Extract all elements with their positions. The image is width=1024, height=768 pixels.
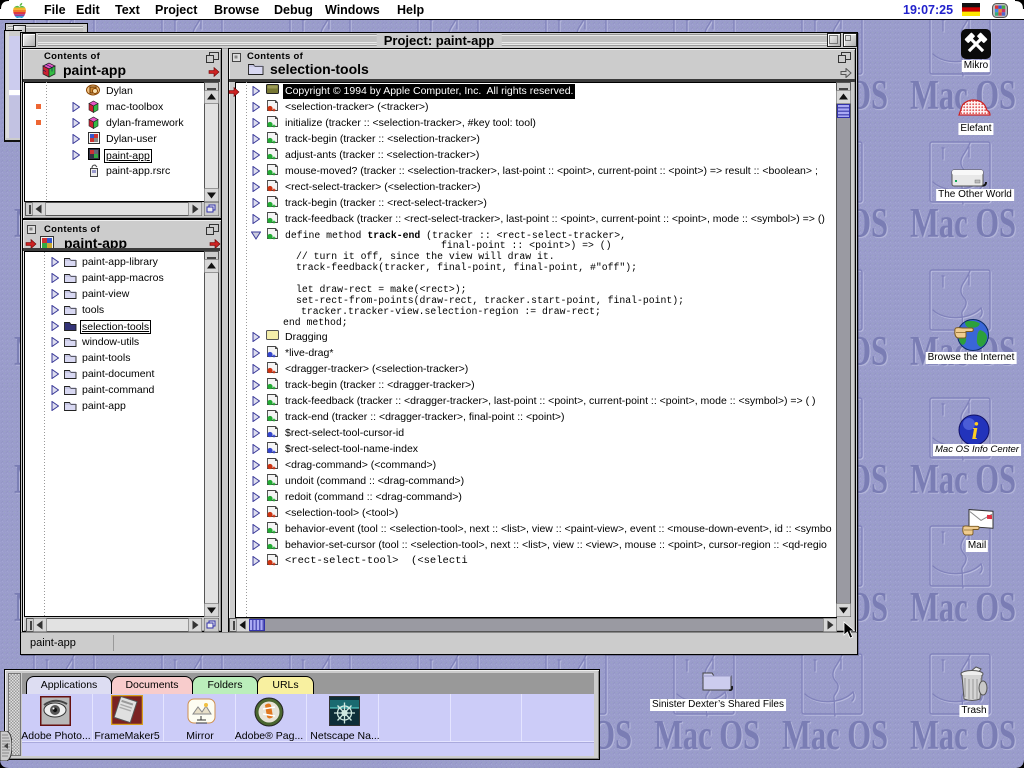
- svg-text:i: i: [972, 419, 979, 445]
